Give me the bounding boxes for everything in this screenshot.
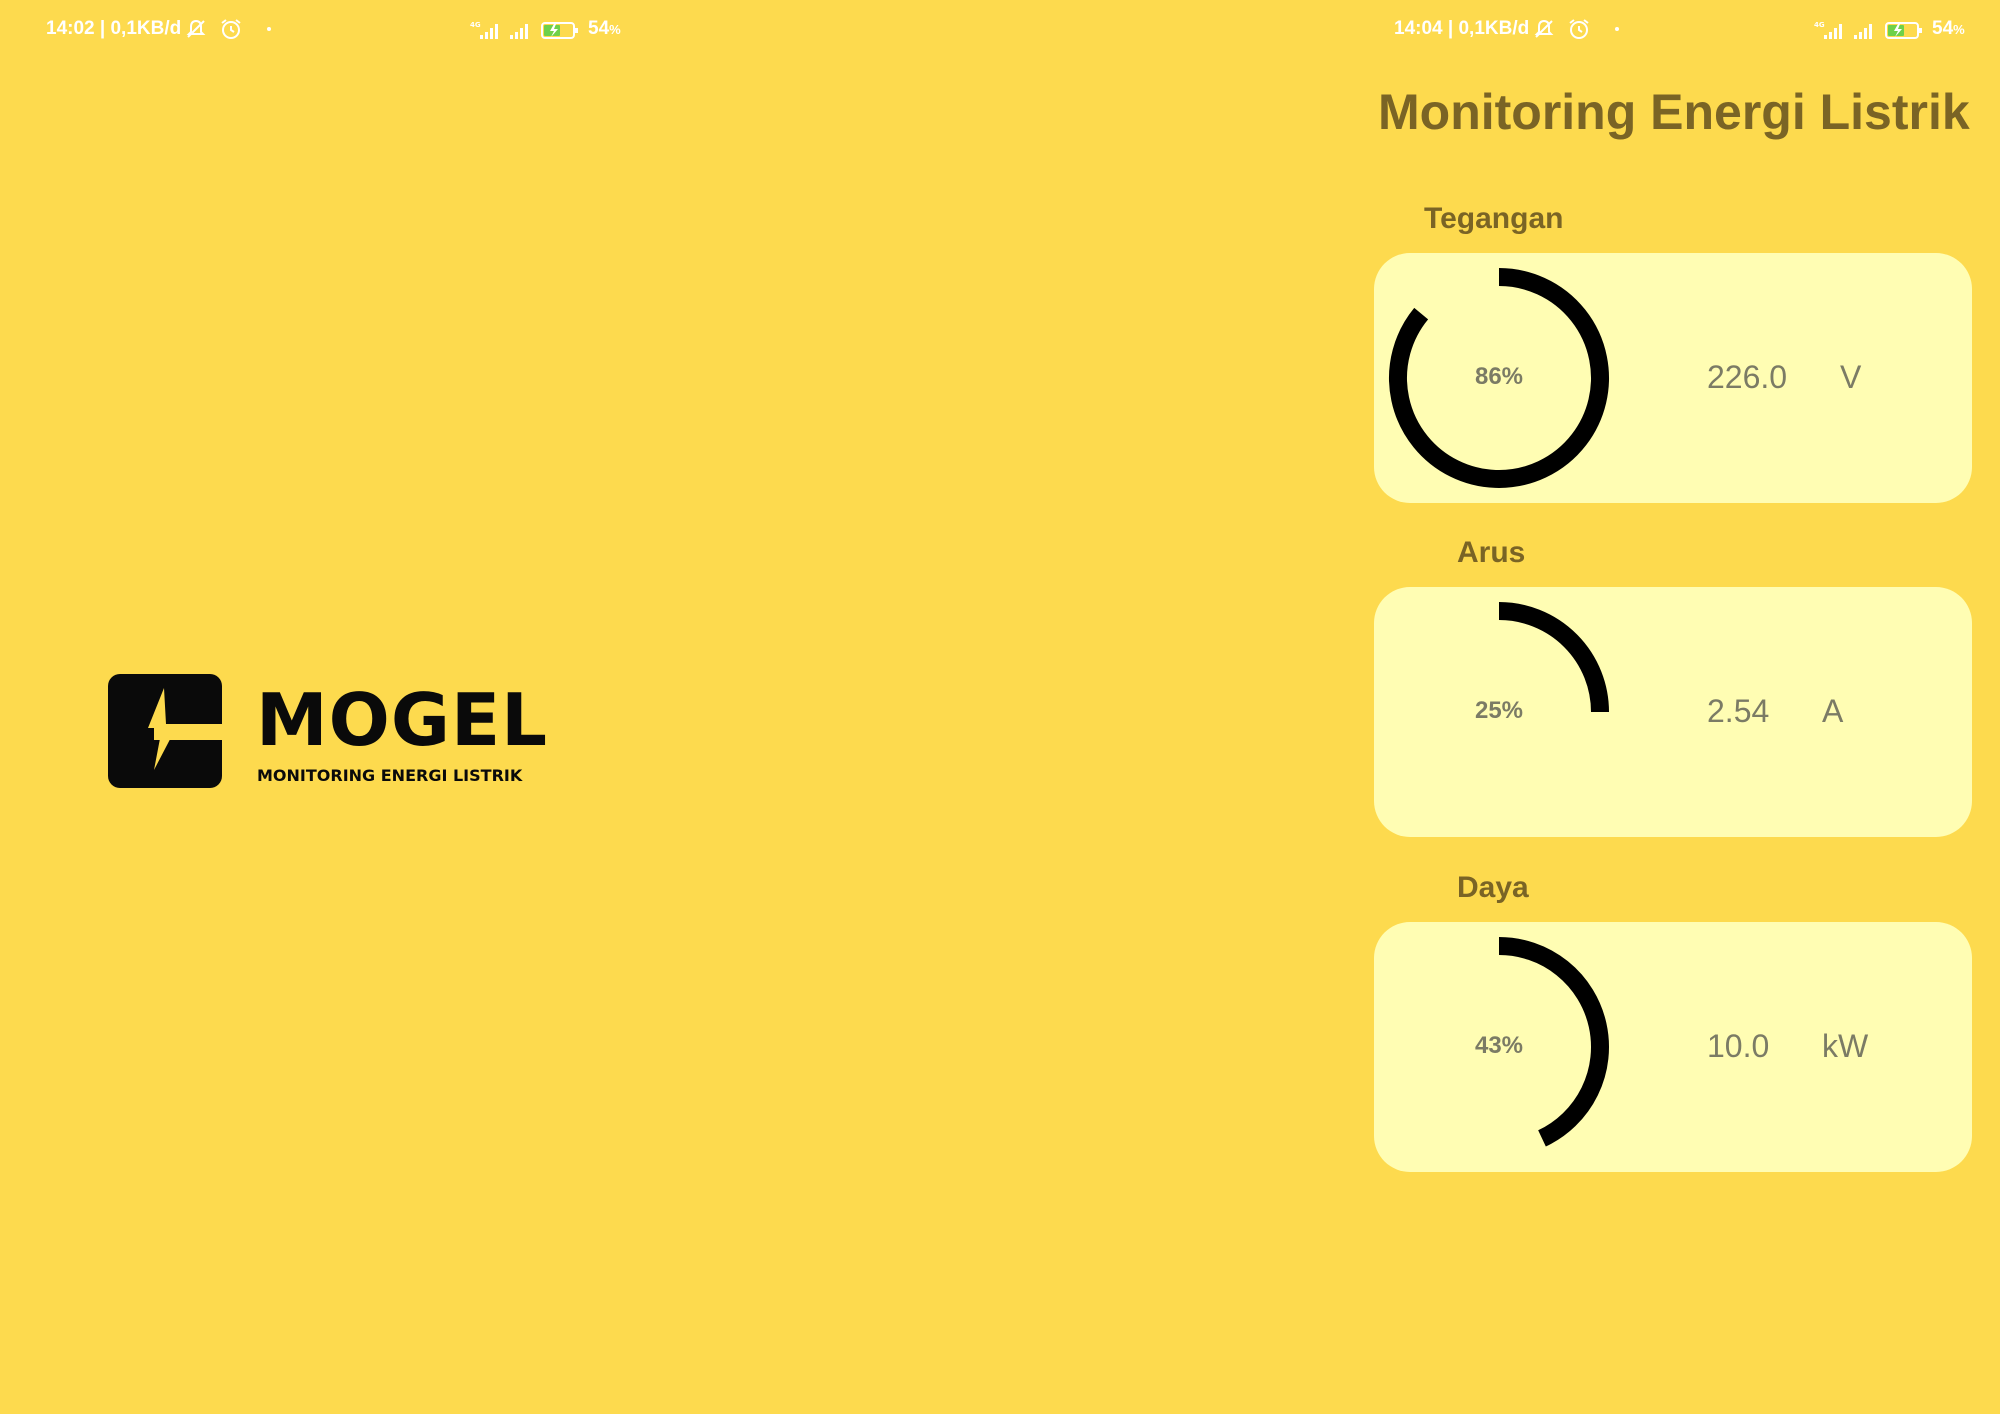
app-logo: MOGEL MONITORING ENERGI LISTRIK (108, 674, 548, 790)
status-time: 14:04 | 0,1KB/d (1394, 18, 1530, 39)
logo-title: MOGEL (256, 678, 549, 762)
card-arus: 25% 2.54 A (1374, 587, 1972, 837)
reading-value: 10.0 (1707, 1028, 1770, 1064)
section-label-tegangan: Tegangan (1424, 202, 1564, 235)
section-label-arus: Arus (1457, 536, 1526, 569)
svg-text:4G: 4G (1814, 21, 1825, 29)
alarm-icon (1569, 19, 1589, 39)
reading-unit: kW (1822, 1028, 1869, 1064)
splash-screen: 14:02 | 0,1KB/d 4G 54% MOGEL MONITORING … (0, 0, 680, 1414)
svg-text:4G: 4G (470, 21, 481, 29)
status-time: 14:02 | 0,1KB/d (46, 18, 182, 39)
notification-dot (267, 27, 272, 31)
reading-unit: V (1840, 359, 1862, 395)
battery-charging-icon (1885, 21, 1922, 39)
gauge-percent: 86% (1474, 363, 1524, 390)
signal-icon (510, 23, 528, 39)
section-label-daya: Daya (1457, 871, 1529, 904)
reading-value: 226.0 (1707, 359, 1788, 395)
battery-percent: 54% (1932, 18, 1965, 39)
signal-icon (1854, 23, 1872, 39)
card-tegangan: 86% 226.0 V (1374, 253, 1972, 503)
notifications-off-icon (186, 19, 206, 38)
gauge-percent: 43% (1474, 1032, 1524, 1059)
notification-dot (1615, 27, 1620, 31)
notifications-off-icon (1534, 19, 1554, 38)
dashboard-screen: 14:04 | 0,1KB/d 4G 54% Monitoring Energi… (1348, 0, 2000, 1414)
battery-percent: 54% (588, 18, 621, 39)
reading-unit: A (1822, 693, 1844, 729)
logo-tagline: MONITORING ENERGI LISTRIK (257, 766, 523, 785)
reading-value: 2.54 (1707, 693, 1770, 729)
status-bar: 14:02 | 0,1KB/d 4G 54% (46, 14, 636, 44)
card-daya: 43% 10.0 kW (1374, 922, 1972, 1172)
page-title: Monitoring Energi Listrik (1378, 84, 1970, 140)
lightning-logo-icon (108, 674, 222, 788)
alarm-icon (221, 19, 241, 39)
battery-charging-icon (541, 21, 578, 39)
gauge-percent: 25% (1474, 697, 1524, 724)
signal-4g-icon: 4G (1814, 21, 1842, 39)
signal-4g-icon: 4G (470, 21, 498, 39)
status-bar: 14:04 | 0,1KB/d 4G 54% (1394, 14, 1984, 44)
